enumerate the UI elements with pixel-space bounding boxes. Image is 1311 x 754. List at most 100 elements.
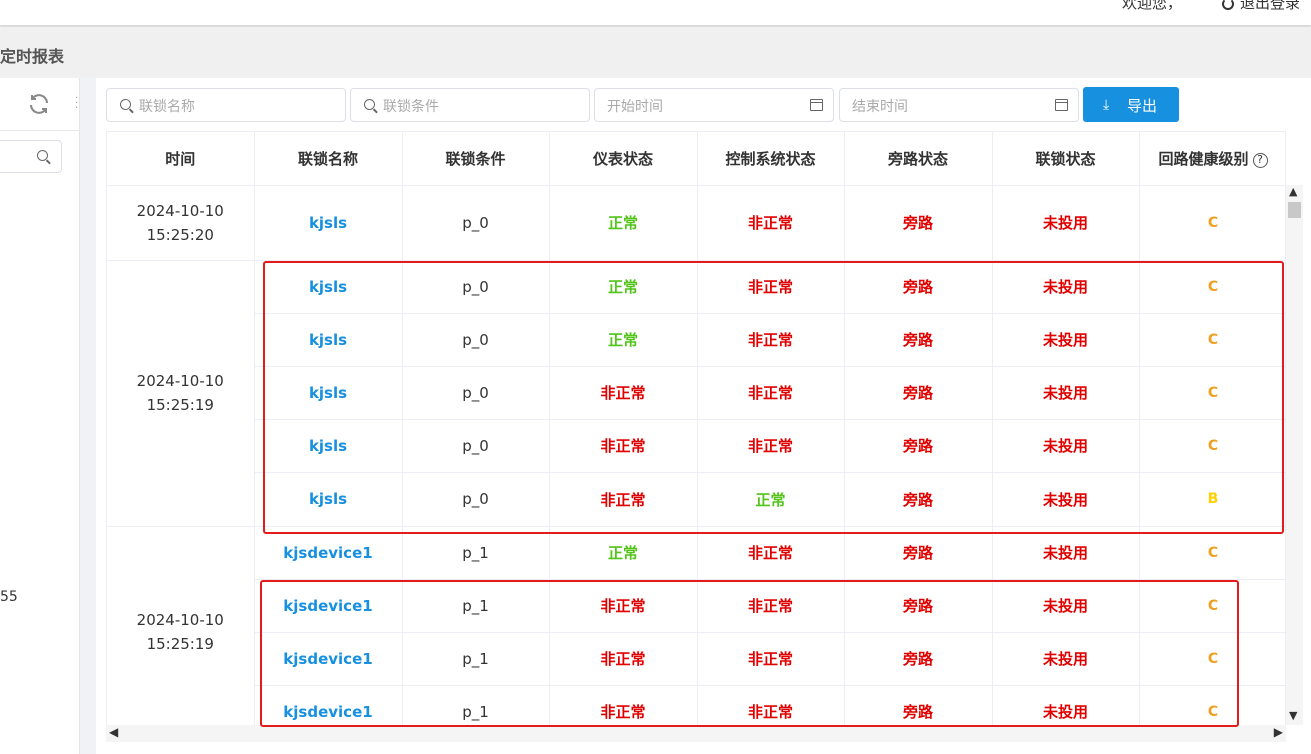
tree-search-input[interactable] xyxy=(0,140,62,173)
column-header[interactable]: 仪表状态 xyxy=(549,132,698,186)
health-level-cell: C xyxy=(1139,526,1285,580)
question-icon[interactable]: ? xyxy=(1252,152,1268,168)
table-row: kjsls p_0 非正常 非正常 旁路 未投用 C xyxy=(107,419,1285,473)
start-time-placeholder: 开始时间 xyxy=(607,99,663,115)
column-header[interactable]: 控制系统状态 xyxy=(697,132,845,186)
time-cell: 2024-10-10 15:25:20 xyxy=(107,185,255,261)
control-status-cell: 非正常 xyxy=(697,579,845,633)
search-icon xyxy=(120,99,131,110)
interlock-name-link[interactable]: kjsls xyxy=(254,472,403,527)
interlock-status-cell: 未投用 xyxy=(992,419,1140,473)
end-time-picker[interactable]: 结束时间 xyxy=(839,88,1079,122)
table-row: kjsls p_0 正常 非正常 旁路 未投用 C xyxy=(107,313,1285,367)
health-level-cell: C xyxy=(1139,685,1285,726)
time-cell: 2024-10-10 15:25:19 xyxy=(107,260,255,527)
health-level-cell: C xyxy=(1139,260,1285,314)
column-header-level[interactable]: 回路健康级别? xyxy=(1139,132,1285,186)
interlock-name-link[interactable]: kjsdevice1 xyxy=(254,685,403,726)
logout-button[interactable]: 退出登录 xyxy=(1222,0,1300,13)
bypass-status-cell: 旁路 xyxy=(844,313,993,367)
instrument-status-cell: 非正常 xyxy=(549,419,698,473)
bypass-status-cell: 旁路 xyxy=(844,632,993,686)
condition-cell: p_1 xyxy=(402,579,550,633)
control-status-cell: 非正常 xyxy=(697,526,845,580)
column-header[interactable]: 旁路状态 xyxy=(844,132,993,186)
scroll-down-icon[interactable]: ▼ xyxy=(1289,709,1297,722)
end-time-placeholder: 结束时间 xyxy=(852,99,908,115)
health-level-cell: C xyxy=(1139,632,1285,686)
interlock-status-cell: 未投用 xyxy=(992,366,1140,420)
interlock-name-link[interactable]: kjsdevice1 xyxy=(254,579,403,633)
instrument-status-cell: 非正常 xyxy=(549,632,698,686)
health-level-cell: C xyxy=(1139,579,1285,633)
interlock-name-link[interactable]: kjsdevice1 xyxy=(254,526,403,580)
title-bar: 定时报表 xyxy=(0,27,1311,77)
interlock-name-input[interactable]: 联锁名称 xyxy=(106,88,346,122)
health-level-cell: C xyxy=(1139,185,1285,261)
scroll-left-icon[interactable]: ◀ xyxy=(109,725,118,739)
scroll-up-icon[interactable]: ▲ xyxy=(1289,185,1297,198)
download-icon: ⤓ xyxy=(1103,96,1110,112)
scroll-right-icon[interactable]: ▶ xyxy=(1274,725,1283,739)
interlock-name-link[interactable]: kjsls xyxy=(254,185,403,261)
instrument-status-cell: 正常 xyxy=(549,313,698,367)
horizontal-scrollbar[interactable]: ◀ ▶ xyxy=(106,725,1286,742)
condition-cell: p_0 xyxy=(402,313,550,367)
divider xyxy=(0,130,80,131)
column-header[interactable]: 联锁状态 xyxy=(992,132,1140,186)
interlock-name-link[interactable]: kjsls xyxy=(254,260,403,314)
interlock-status-cell: 未投用 xyxy=(992,313,1140,367)
interlock-status-cell: 未投用 xyxy=(992,185,1140,261)
column-header[interactable]: 联锁条件 xyxy=(402,132,550,186)
health-level-cell: C xyxy=(1139,313,1285,367)
table-row: kjsls p_0 非正常 正常 旁路 未投用 B xyxy=(107,472,1285,527)
report-table: 时间 联锁名称 联锁条件 仪表状态 控制系统状态 旁路状态 联锁状态 回路健康级… xyxy=(106,131,1286,727)
search-icon xyxy=(364,99,375,110)
vertical-scrollbar[interactable]: ▲ ▼ xyxy=(1286,185,1303,725)
column-header[interactable]: 联锁名称 xyxy=(254,132,403,186)
calendar-icon xyxy=(810,99,823,111)
column-header[interactable]: 时间 xyxy=(107,132,255,186)
interlock-status-cell: 未投用 xyxy=(992,632,1140,686)
health-level-cell: B xyxy=(1139,472,1285,527)
bypass-status-cell: 旁路 xyxy=(844,685,993,726)
bypass-status-cell: 旁路 xyxy=(844,185,993,261)
condition-cell: p_0 xyxy=(402,260,550,314)
bypass-status-cell: 旁路 xyxy=(844,579,993,633)
interlock-name-link[interactable]: kjsls xyxy=(254,366,403,420)
table-row: kjsdevice1 p_1 非正常 非正常 旁路 未投用 C xyxy=(107,579,1285,633)
table-row: kjsdevice1 p_1 非正常 非正常 旁路 未投用 C xyxy=(107,632,1285,686)
interlock-name-link[interactable]: kjsls xyxy=(254,419,403,473)
table-row: 2024-10-10 15:25:19 kjsdevice1 p_1 正常 非正常 旁路 未投… xyxy=(107,526,1285,726)
interlock-name-placeholder: 联锁名称 xyxy=(139,99,195,115)
instrument-status-cell: 非正常 xyxy=(549,685,698,726)
time-clock: 15:25:20 xyxy=(146,225,214,244)
start-time-picker[interactable]: 开始时间 xyxy=(594,88,834,122)
export-label: 导出 xyxy=(1127,98,1158,115)
condition-cell: p_1 xyxy=(402,685,550,726)
health-level-cell: C xyxy=(1139,419,1285,473)
scroll-thumb[interactable] xyxy=(1288,202,1301,218)
condition-cell: p_0 xyxy=(402,366,550,420)
export-button[interactable]: ⤓ 导出 xyxy=(1083,87,1179,122)
logout-label: 退出登录 xyxy=(1240,0,1301,12)
bypass-status-cell: 旁路 xyxy=(844,366,993,420)
bypass-status-cell: 旁路 xyxy=(844,526,993,580)
control-status-cell: 非正常 xyxy=(697,632,845,686)
calendar-icon xyxy=(1055,99,1068,111)
refresh-icon[interactable] xyxy=(27,92,51,116)
instrument-status-cell: 正常 xyxy=(549,526,698,580)
time-cell: 2024-10-10 15:25:19 xyxy=(107,526,255,726)
bypass-status-cell: 旁路 xyxy=(844,260,993,314)
control-status-cell: 非正常 xyxy=(697,260,845,314)
welcome-text: 欢迎您， xyxy=(1122,0,1183,12)
interlock-name-link[interactable]: kjsdevice1 xyxy=(254,632,403,686)
more-vertical-icon[interactable]: · · · xyxy=(75,94,81,114)
instrument-status-cell: 正常 xyxy=(549,260,698,314)
instrument-status-cell: 非正常 xyxy=(549,366,698,420)
interlock-name-link[interactable]: kjsls xyxy=(254,313,403,367)
condition-cell: p_0 xyxy=(402,472,550,527)
interlock-condition-input[interactable]: 联锁条件 xyxy=(350,88,590,122)
control-status-cell: 非正常 xyxy=(697,313,845,367)
main-content: 联锁名称 联锁条件 开始时间 结束时间 ⤓ 导出 时间 联锁名称 联锁条件 仪表… xyxy=(96,78,1311,754)
